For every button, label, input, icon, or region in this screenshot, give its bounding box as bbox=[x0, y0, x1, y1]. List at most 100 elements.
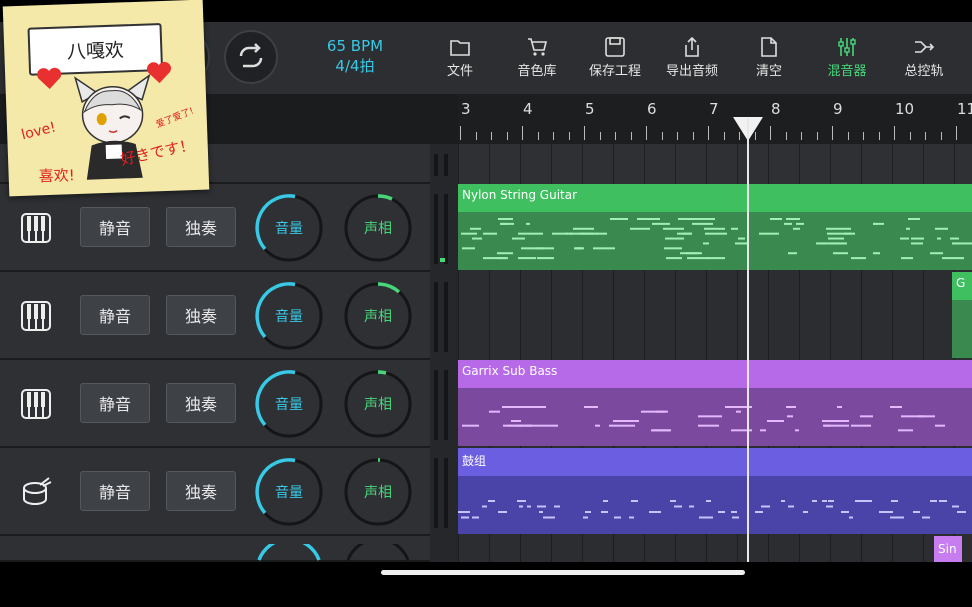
midi-note bbox=[698, 424, 719, 427]
mixer-icon bbox=[838, 38, 856, 56]
track-row-partial-bottom bbox=[0, 536, 430, 562]
save-project-button[interactable]: 保存工程 bbox=[579, 36, 651, 79]
clip-garrix-sub-bass[interactable]: Garrix Sub Bass bbox=[458, 360, 972, 446]
clip-title: 鼓组 bbox=[462, 454, 487, 468]
midi-note bbox=[670, 500, 676, 502]
pan-knob[interactable]: 声相 bbox=[344, 282, 412, 350]
mute-button[interactable]: 静音 bbox=[80, 207, 150, 247]
midi-note bbox=[793, 227, 800, 230]
midi-note bbox=[873, 252, 880, 255]
ruler-bar-number: 11 bbox=[957, 100, 972, 118]
home-indicator[interactable] bbox=[381, 570, 745, 575]
solo-button[interactable]: 独奏 bbox=[166, 295, 236, 335]
midi-note bbox=[574, 247, 584, 250]
midi-note bbox=[901, 257, 913, 260]
volume-label: 音量 bbox=[275, 485, 303, 501]
pan-knob[interactable]: 声相 bbox=[344, 458, 412, 526]
solo-button[interactable]: 独奏 bbox=[166, 207, 236, 247]
midi-note bbox=[517, 500, 526, 502]
midi-note bbox=[922, 516, 930, 519]
volume-knob[interactable] bbox=[255, 544, 323, 562]
midi-note bbox=[653, 511, 661, 513]
playhead-line[interactable] bbox=[747, 118, 749, 562]
midi-note bbox=[841, 511, 849, 513]
clip-title: Sin bbox=[938, 542, 957, 556]
volume-knob[interactable]: 音量 bbox=[255, 282, 323, 350]
loop-button[interactable] bbox=[224, 30, 278, 84]
ruler-tick bbox=[646, 126, 647, 140]
midi-note bbox=[483, 232, 497, 235]
midi-note bbox=[482, 505, 487, 508]
midi-note bbox=[784, 222, 792, 225]
clip-sine[interactable]: Sin bbox=[934, 536, 962, 562]
cart-icon bbox=[528, 38, 548, 56]
midi-note bbox=[738, 237, 745, 240]
midi-note bbox=[623, 218, 628, 220]
arrangement-timeline[interactable]: Nylon String Guitar G Garrix Sub Bass 鼓组… bbox=[458, 144, 972, 562]
midi-note bbox=[609, 424, 635, 427]
solo-button[interactable]: 独奏 bbox=[166, 383, 236, 423]
mute-button[interactable]: 静音 bbox=[80, 383, 150, 423]
midi-note bbox=[918, 415, 935, 418]
heart-icon bbox=[146, 61, 171, 84]
ruler-tick bbox=[599, 132, 601, 140]
midi-note bbox=[796, 222, 804, 225]
midi-note bbox=[703, 242, 709, 245]
midi-note bbox=[585, 511, 591, 513]
mixer-button[interactable]: 混音器 bbox=[811, 36, 883, 79]
pan-knob[interactable] bbox=[344, 544, 412, 562]
volume-knob[interactable]: 音量 bbox=[255, 370, 323, 438]
midi-note bbox=[519, 505, 523, 508]
volume-knob[interactable]: 音量 bbox=[255, 458, 323, 526]
ruler-tick bbox=[584, 126, 585, 140]
midi-note bbox=[890, 406, 902, 408]
midi-note bbox=[908, 218, 920, 220]
midi-note bbox=[819, 242, 844, 245]
ruler-bar-number: 8 bbox=[771, 100, 781, 118]
midi-note bbox=[803, 511, 808, 513]
clip-title: Garrix Sub Bass bbox=[462, 364, 558, 378]
ruler-tick bbox=[801, 132, 802, 140]
midi-note bbox=[900, 237, 909, 240]
export-audio-label: 导出音频 bbox=[665, 64, 718, 79]
mute-button[interactable]: 静音 bbox=[80, 295, 150, 335]
midi-note bbox=[462, 424, 479, 427]
master-track-button[interactable]: 总控轨 bbox=[888, 36, 960, 79]
tempo-display[interactable]: 65 BPM 4/4拍 bbox=[310, 36, 400, 76]
clip-nylon-guitar[interactable]: Nylon String Guitar bbox=[458, 184, 972, 270]
file-button[interactable]: 文件 bbox=[424, 36, 496, 79]
pan-knob[interactable]: 声相 bbox=[344, 194, 412, 262]
ruler-tick bbox=[785, 132, 787, 140]
level-meter bbox=[430, 448, 458, 536]
clip-drums[interactable]: 鼓组 bbox=[458, 448, 972, 534]
save-project-label: 保存工程 bbox=[588, 64, 641, 79]
mute-button[interactable]: 静音 bbox=[80, 471, 150, 511]
solo-button[interactable]: 独奏 bbox=[166, 471, 236, 511]
midi-note bbox=[530, 424, 558, 427]
export-audio-button[interactable]: 导出音频 bbox=[656, 36, 728, 79]
midi-note bbox=[781, 500, 785, 502]
midi-note bbox=[543, 516, 551, 519]
midi-note bbox=[759, 232, 779, 235]
midi-note bbox=[826, 227, 851, 230]
clip-guitar-partial[interactable]: G bbox=[952, 272, 972, 358]
midi-note bbox=[674, 505, 682, 508]
midi-note bbox=[596, 232, 607, 235]
volume-knob[interactable]: 音量 bbox=[255, 194, 323, 262]
pan-label: 声相 bbox=[364, 397, 392, 413]
midi-note bbox=[760, 429, 766, 432]
midi-note bbox=[822, 420, 849, 422]
midi-note bbox=[601, 511, 608, 513]
midi-note bbox=[537, 257, 554, 260]
midi-note bbox=[828, 237, 844, 240]
midi-note bbox=[499, 218, 507, 220]
midi-note bbox=[488, 500, 495, 502]
midi-note bbox=[595, 424, 600, 427]
midi-note bbox=[911, 237, 924, 240]
file-label: 文件 bbox=[446, 64, 473, 79]
pan-knob[interactable]: 声相 bbox=[344, 370, 412, 438]
pan-label: 声相 bbox=[364, 221, 392, 237]
clear-button[interactable]: 清空 bbox=[733, 36, 805, 79]
sound-library-button[interactable]: 音色库 bbox=[501, 36, 573, 79]
ruler-tick bbox=[723, 132, 725, 140]
